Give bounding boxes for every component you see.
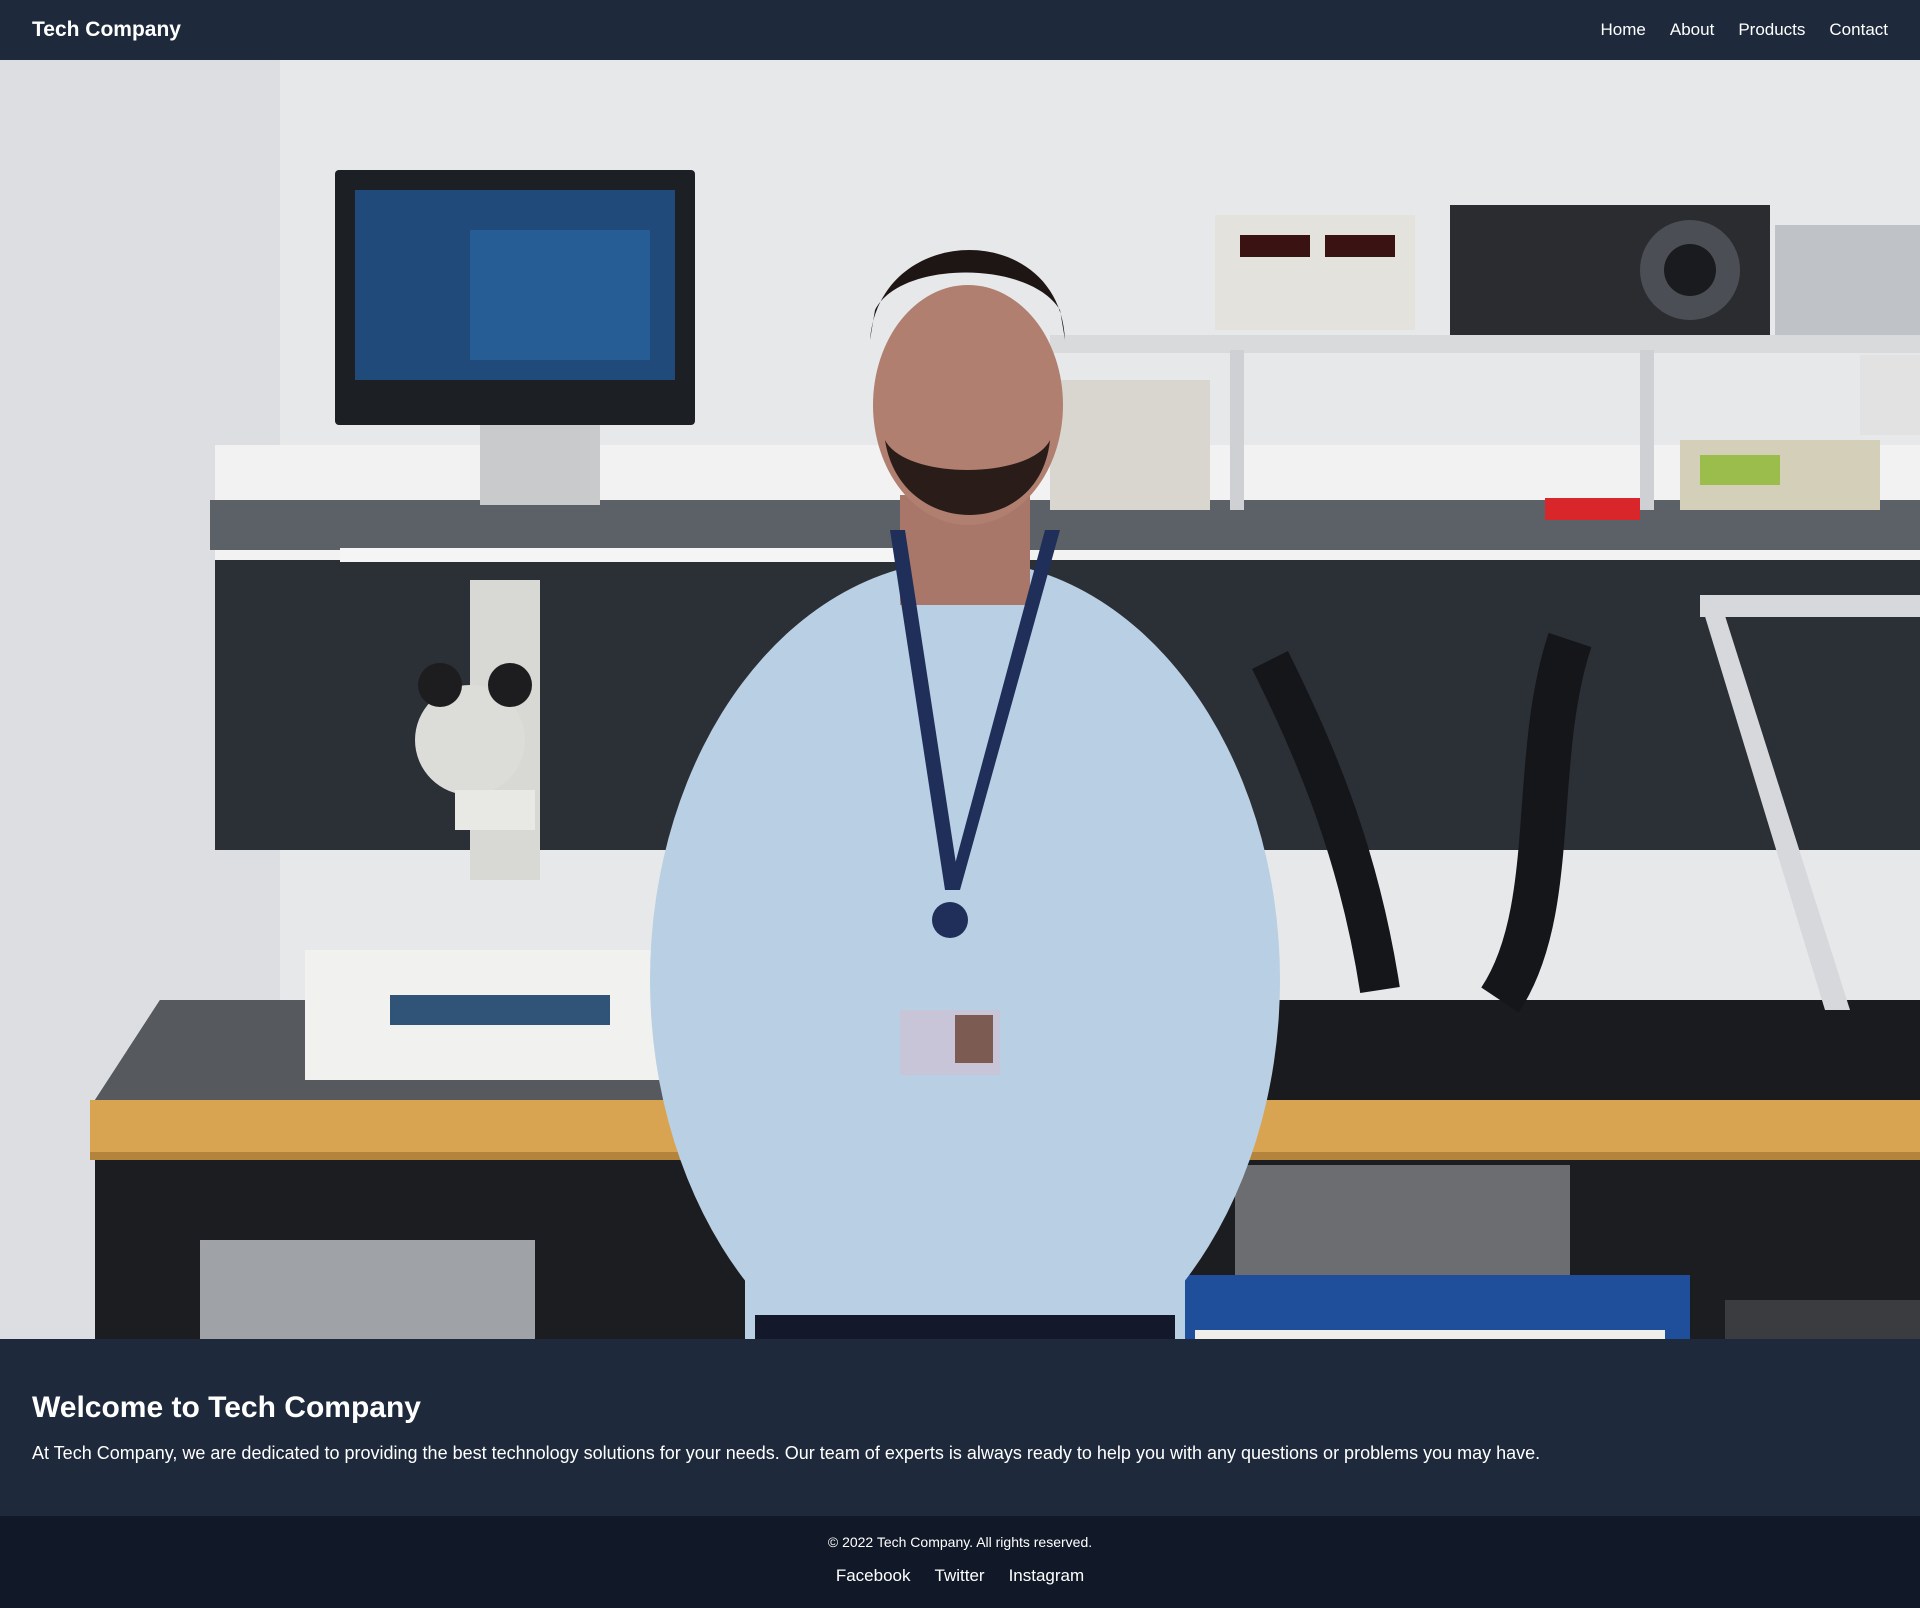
social-links: Facebook Twitter Instagram (836, 1566, 1084, 1586)
nav-link-products[interactable]: Products (1738, 20, 1805, 40)
welcome-text: At Tech Company, we are dedicated to pro… (32, 1443, 1541, 1463)
brand-logo[interactable]: Tech Company (32, 18, 181, 42)
copyright-text: © 2022 Tech Company. All rights reserved… (827, 1534, 1093, 1550)
main-nav: Home About Products Contact (1601, 20, 1888, 40)
site-header: Tech Company Home About Products Contact (0, 0, 1920, 60)
hero-image (0, 60, 1920, 1339)
social-link-twitter[interactable]: Twitter (935, 1566, 985, 1586)
nav-link-contact[interactable]: Contact (1829, 20, 1888, 40)
hero-photo (0, 60, 1920, 1339)
social-link-instagram[interactable]: Instagram (1009, 1566, 1085, 1586)
nav-link-about[interactable]: About (1670, 20, 1714, 40)
welcome-heading: Welcome to Tech Company (32, 1391, 421, 1424)
welcome-section: Welcome to Tech Company At Tech Company,… (0, 1339, 1920, 1516)
social-link-facebook[interactable]: Facebook (836, 1566, 911, 1586)
nav-link-home[interactable]: Home (1601, 20, 1646, 40)
site-footer: © 2022 Tech Company. All rights reserved… (0, 1516, 1920, 1608)
